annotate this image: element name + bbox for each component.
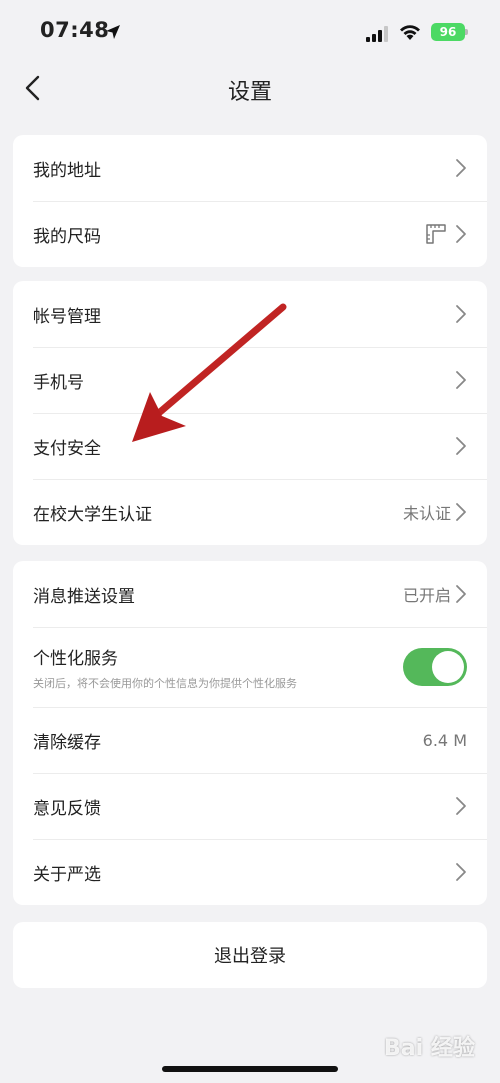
- row-my-address[interactable]: 我的地址: [13, 135, 487, 201]
- row-push-settings[interactable]: 消息推送设置 已开启: [13, 561, 487, 627]
- wifi-icon: [400, 25, 420, 40]
- home-indicator: [162, 1066, 338, 1072]
- status-time: 07:48: [40, 18, 110, 42]
- row-right: 已开启: [403, 582, 467, 606]
- row-student-verification[interactable]: 在校大学生认证 未认证: [13, 479, 487, 545]
- chevron-right-icon: [456, 437, 466, 455]
- row-label: 清除缓存: [33, 732, 101, 753]
- row-personalized-service: 个性化服务 关闭后，将不会使用你的个性信息为你提供个性化服务: [13, 627, 487, 707]
- signal-icon: [366, 26, 388, 42]
- row-value: 未认证: [402, 504, 451, 523]
- settings-group-3: 消息推送设置 已开启 个性化服务 关闭后，将不会使用你的个性信息为你提供个性化服…: [13, 561, 487, 905]
- personalized-service-toggle[interactable]: [403, 648, 467, 686]
- row-feedback[interactable]: 意见反馈: [13, 773, 487, 839]
- row-label: 消息推送设置: [33, 586, 135, 607]
- row-phone-number[interactable]: 手机号: [13, 347, 487, 413]
- row-right: 未认证: [403, 500, 467, 524]
- row-label: 帐号管理: [33, 306, 101, 327]
- row-my-size[interactable]: 我的尺码: [13, 201, 487, 267]
- status-bar: 07:48 96: [0, 0, 500, 62]
- row-about[interactable]: 关于严选: [13, 839, 487, 905]
- row-account-management[interactable]: 帐号管理: [13, 281, 487, 347]
- page-title: 设置: [227, 80, 272, 105]
- chevron-right-icon: [456, 159, 466, 177]
- row-label: 意见反馈: [33, 798, 101, 819]
- watermark: Bai 经验: [384, 1036, 475, 1061]
- battery-indicator: 96: [431, 23, 465, 41]
- settings-group-1: 我的地址 我的尺码: [13, 135, 487, 267]
- row-label: 我的地址: [33, 160, 101, 181]
- chevron-right-icon: [456, 585, 466, 603]
- chevron-right-icon: [456, 863, 466, 881]
- cache-size: 6.4 M: [422, 730, 467, 750]
- row-label: 支付安全: [33, 438, 101, 459]
- row-clear-cache[interactable]: 清除缓存 6.4 M: [13, 707, 487, 773]
- row-right: 6.4 M: [423, 731, 467, 750]
- row-right: [451, 862, 467, 882]
- row-text: 个性化服务 关闭后，将不会使用你的个性信息为你提供个性化服务: [33, 644, 297, 691]
- location-arrow-icon: [106, 25, 120, 39]
- row-label: 手机号: [33, 372, 84, 393]
- toggle-knob: [432, 651, 464, 683]
- battery-level: 96: [439, 25, 457, 39]
- row-label: 在校大学生认证: [33, 504, 152, 525]
- row-value: 已开启: [402, 586, 451, 605]
- row-label: 关于严选: [33, 864, 101, 885]
- logout-button[interactable]: 退出登录: [13, 922, 487, 988]
- row-payment-security[interactable]: 支付安全: [13, 413, 487, 479]
- row-right: [451, 370, 467, 390]
- chevron-right-icon: [456, 503, 466, 521]
- chevron-right-icon: [456, 225, 466, 243]
- row-right: [451, 436, 467, 456]
- row-right: [451, 796, 467, 816]
- row-label: 个性化服务: [33, 648, 118, 669]
- chevron-right-icon: [456, 797, 466, 815]
- settings-group-2: 帐号管理 手机号 支付安全 在校大学生认证 未认证: [13, 281, 487, 545]
- chevron-right-icon: [456, 305, 466, 323]
- row-label: 我的尺码: [33, 226, 101, 247]
- row-subtitle: 关闭后，将不会使用你的个性信息为你提供个性化服务: [33, 676, 297, 690]
- nav-bar: 设置: [0, 62, 500, 114]
- ruler-icon: [426, 224, 446, 244]
- row-right: [425, 223, 467, 245]
- battery-tip: [465, 29, 468, 35]
- row-right: [451, 304, 467, 324]
- chevron-right-icon: [456, 371, 466, 389]
- row-right: [451, 158, 467, 178]
